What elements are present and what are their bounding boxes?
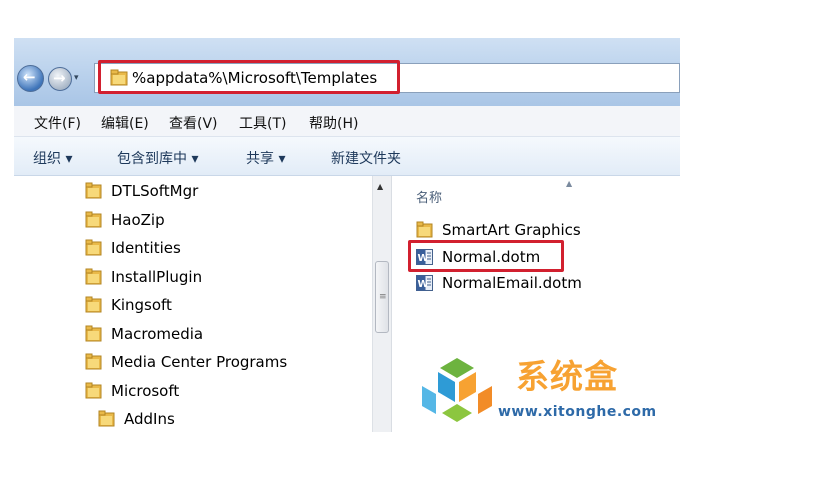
folder-icon — [85, 325, 102, 342]
menu-file[interactable]: 文件(F) — [34, 113, 81, 133]
scroll-up-arrow-icon[interactable]: ▲ — [377, 182, 383, 191]
address-bar: ← → ▾ %appdata%\Microsoft\Templates — [14, 38, 680, 106]
folder-icon — [85, 182, 102, 199]
folder-icon — [85, 353, 102, 370]
new-folder-button[interactable]: 新建文件夹 — [331, 148, 401, 168]
menu-tools[interactable]: 工具(T) — [239, 113, 286, 133]
watermark-url: www.xitonghe.com — [498, 404, 657, 420]
folder-icon — [85, 239, 102, 256]
menu-edit[interactable]: 编辑(E) — [101, 113, 149, 133]
file-highlight-box — [408, 240, 564, 272]
svg-text:W: W — [418, 279, 429, 290]
folder-icon — [98, 410, 115, 427]
tree-item-label: Media Center Programs — [111, 353, 288, 371]
file-name: NormalEmail.dotm — [442, 274, 582, 292]
scrollbar-thumb[interactable]: ≡ — [375, 261, 389, 333]
folder-icon — [85, 382, 102, 399]
back-arrow-icon: ← — [23, 68, 36, 86]
address-highlight-box — [98, 60, 400, 94]
folder-icon — [85, 268, 102, 285]
file-name: SmartArt Graphics — [442, 221, 581, 239]
include-in-library-button[interactable]: 包含到库中 ▾ — [117, 148, 198, 168]
recent-pages-dropdown-icon[interactable]: ▾ — [74, 73, 79, 83]
back-button[interactable]: ← — [17, 65, 44, 92]
organize-button[interactable]: 组织 ▾ — [33, 148, 72, 168]
xitonghe-logo-icon — [422, 358, 492, 422]
tree-item-label: Kingsoft — [111, 296, 172, 314]
menu-bar: 文件(F) 编辑(E) 查看(V) 工具(T) 帮助(H) — [14, 106, 680, 137]
tree-item-label: InstallPlugin — [111, 268, 203, 286]
command-bar: 组织 ▾ 包含到库中 ▾ 共享 ▾ 新建文件夹 — [14, 137, 680, 176]
tree-item-label: AddIns — [124, 410, 175, 428]
menu-help[interactable]: 帮助(H) — [309, 113, 358, 133]
forward-arrow-icon: → — [53, 69, 66, 87]
sort-ascending-icon: ▲ — [566, 179, 573, 188]
column-header-name[interactable]: 名称 — [416, 187, 442, 206]
menu-view[interactable]: 查看(V) — [169, 113, 218, 133]
word-document-icon: W — [416, 275, 433, 291]
watermark: 系统盒 www.xitonghe.com — [418, 356, 666, 424]
share-button[interactable]: 共享 ▾ — [246, 148, 285, 168]
navigation-pane: DTLSoftMgr HaoZip Identities InstallPlug… — [14, 176, 372, 432]
navigation-scrollbar[interactable]: ▲ ≡ — [372, 176, 391, 432]
grip-icon: ≡ — [379, 292, 387, 302]
folder-icon — [85, 296, 102, 313]
tree-item-label: DTLSoftMgr — [111, 182, 199, 200]
watermark-brand: 系统盒 — [516, 357, 618, 396]
folder-icon — [85, 211, 102, 228]
tree-item-label: Microsoft — [111, 382, 180, 400]
tree-item-label: Identities — [111, 239, 181, 257]
tree-item-label: Macromedia — [111, 325, 204, 343]
forward-button[interactable]: → — [48, 67, 72, 91]
folder-icon — [416, 221, 433, 238]
tree-item-label: HaoZip — [111, 211, 165, 229]
